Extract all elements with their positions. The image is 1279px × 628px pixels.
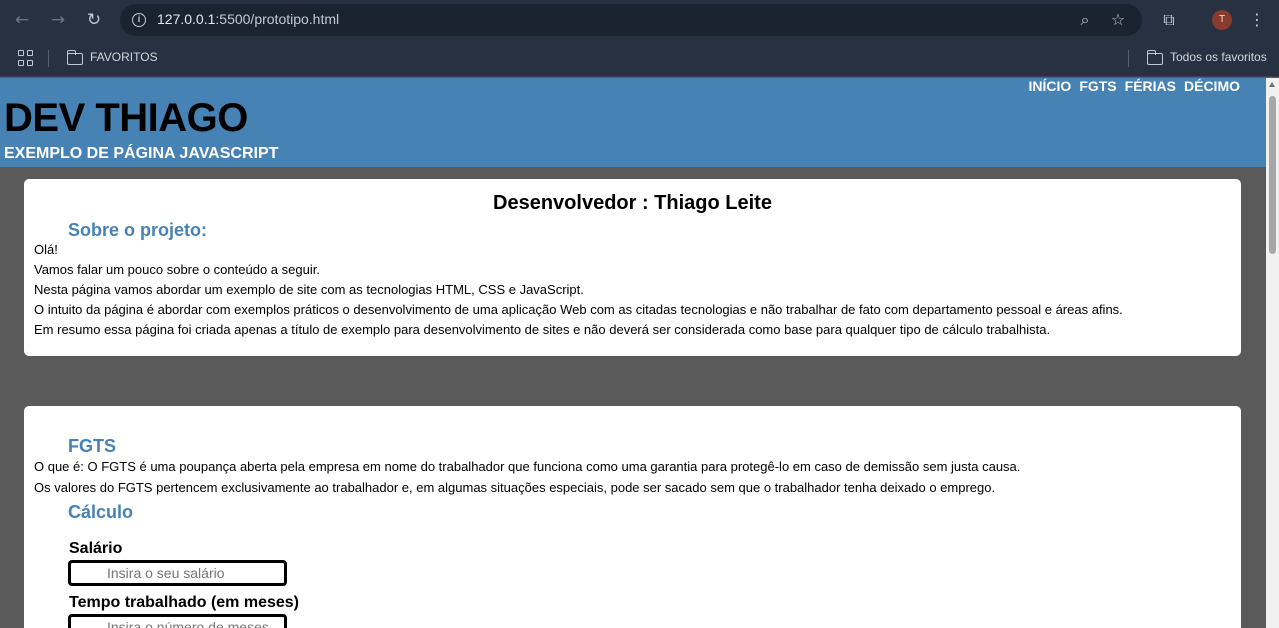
page-scrollbar[interactable] — [1266, 78, 1279, 628]
bookmarks-divider — [1128, 50, 1129, 67]
months-input[interactable] — [68, 614, 287, 628]
bookmark-star-icon[interactable]: ☆ — [1107, 9, 1129, 31]
bookmarks-bar: FAVORITOS Todos os favoritos — [0, 40, 1279, 77]
url-text[interactable]: 127.0.0.1:5500/prototipo.html — [157, 11, 339, 27]
site-info-icon[interactable]: i — [132, 13, 146, 27]
nav-link-inicio[interactable]: INÍCIO — [1029, 78, 1072, 94]
about-line: Olá! — [34, 242, 58, 257]
calc-title: Cálculo — [68, 502, 134, 522]
about-card: Desenvolvedor : Thiago Leite Sobre o pro… — [24, 179, 1241, 356]
salary-input[interactable] — [68, 560, 287, 586]
back-icon[interactable]: ← — [10, 8, 34, 32]
about-title: Sobre o projeto: — [68, 220, 207, 240]
apps-grid-icon[interactable] — [18, 50, 34, 66]
about-line: Em resumo essa página foi criada apenas … — [34, 322, 1051, 337]
folder-icon[interactable] — [66, 50, 83, 65]
bookmarks-divider — [48, 50, 49, 67]
fgts-line: O que é: O FGTS é uma poupança aberta pe… — [34, 459, 1021, 474]
nav-link-decimo[interactable]: DÉCIMO — [1184, 78, 1240, 94]
fgts-card: FGTS O que é: O FGTS é uma poupança aber… — [24, 406, 1241, 628]
extensions-icon[interactable]: ⧉ — [1157, 8, 1181, 32]
developer-heading: Desenvolvedor : Thiago Leite — [493, 192, 772, 214]
nav-link-ferias[interactable]: FÉRIAS — [1125, 78, 1176, 94]
about-line: Vamos falar um pouco sobre o conteúdo a … — [34, 262, 320, 277]
forward-icon[interactable]: → — [46, 8, 70, 32]
site-header: DEV THIAGO EXEMPLO DE PÁGINA JAVASCRIPT … — [0, 78, 1266, 167]
bookmark-folder-all[interactable]: Todos os favoritos — [1170, 50, 1267, 64]
salary-label: Salário — [69, 540, 123, 557]
site-subtitle: EXEMPLO DE PÁGINA JAVASCRIPT — [4, 145, 279, 162]
zoom-icon[interactable]: ⌕ — [1074, 9, 1096, 31]
site-title: DEV THIAGO — [4, 96, 248, 140]
profile-avatar[interactable]: T — [1212, 10, 1232, 30]
scrollbar-thumb[interactable] — [1269, 96, 1276, 254]
browser-toolbar: ← → ↻ i 127.0.0.1:5500/prototipo.html ⌕ … — [0, 0, 1279, 40]
scroll-up-arrow-icon[interactable] — [1269, 82, 1275, 87]
nav-link-fgts[interactable]: FGTS — [1079, 78, 1116, 94]
reload-icon[interactable]: ↻ — [82, 8, 106, 32]
page-viewport: DEV THIAGO EXEMPLO DE PÁGINA JAVASCRIPT … — [0, 78, 1266, 628]
about-line: O intuito da página é abordar com exempl… — [34, 302, 1123, 317]
more-menu-icon[interactable]: ⋮ — [1247, 8, 1267, 32]
folder-icon[interactable] — [1146, 50, 1163, 65]
url-path: :5500/prototipo.html — [215, 11, 340, 27]
site-nav: INÍCIO FGTS FÉRIAS DÉCIMO — [1029, 78, 1240, 94]
about-line: Nesta página vamos abordar um exemplo de… — [34, 282, 584, 297]
fgts-title: FGTS — [68, 436, 116, 456]
fgts-line: Os valores do FGTS pertencem exclusivame… — [34, 480, 996, 495]
url-host: 127.0.0.1 — [157, 11, 216, 27]
months-label: Tempo trabalhado (em meses) — [69, 594, 299, 611]
address-bar[interactable]: i 127.0.0.1:5500/prototipo.html ⌕ ☆ — [120, 4, 1142, 36]
bookmark-folder-favoritos[interactable]: FAVORITOS — [90, 50, 158, 64]
